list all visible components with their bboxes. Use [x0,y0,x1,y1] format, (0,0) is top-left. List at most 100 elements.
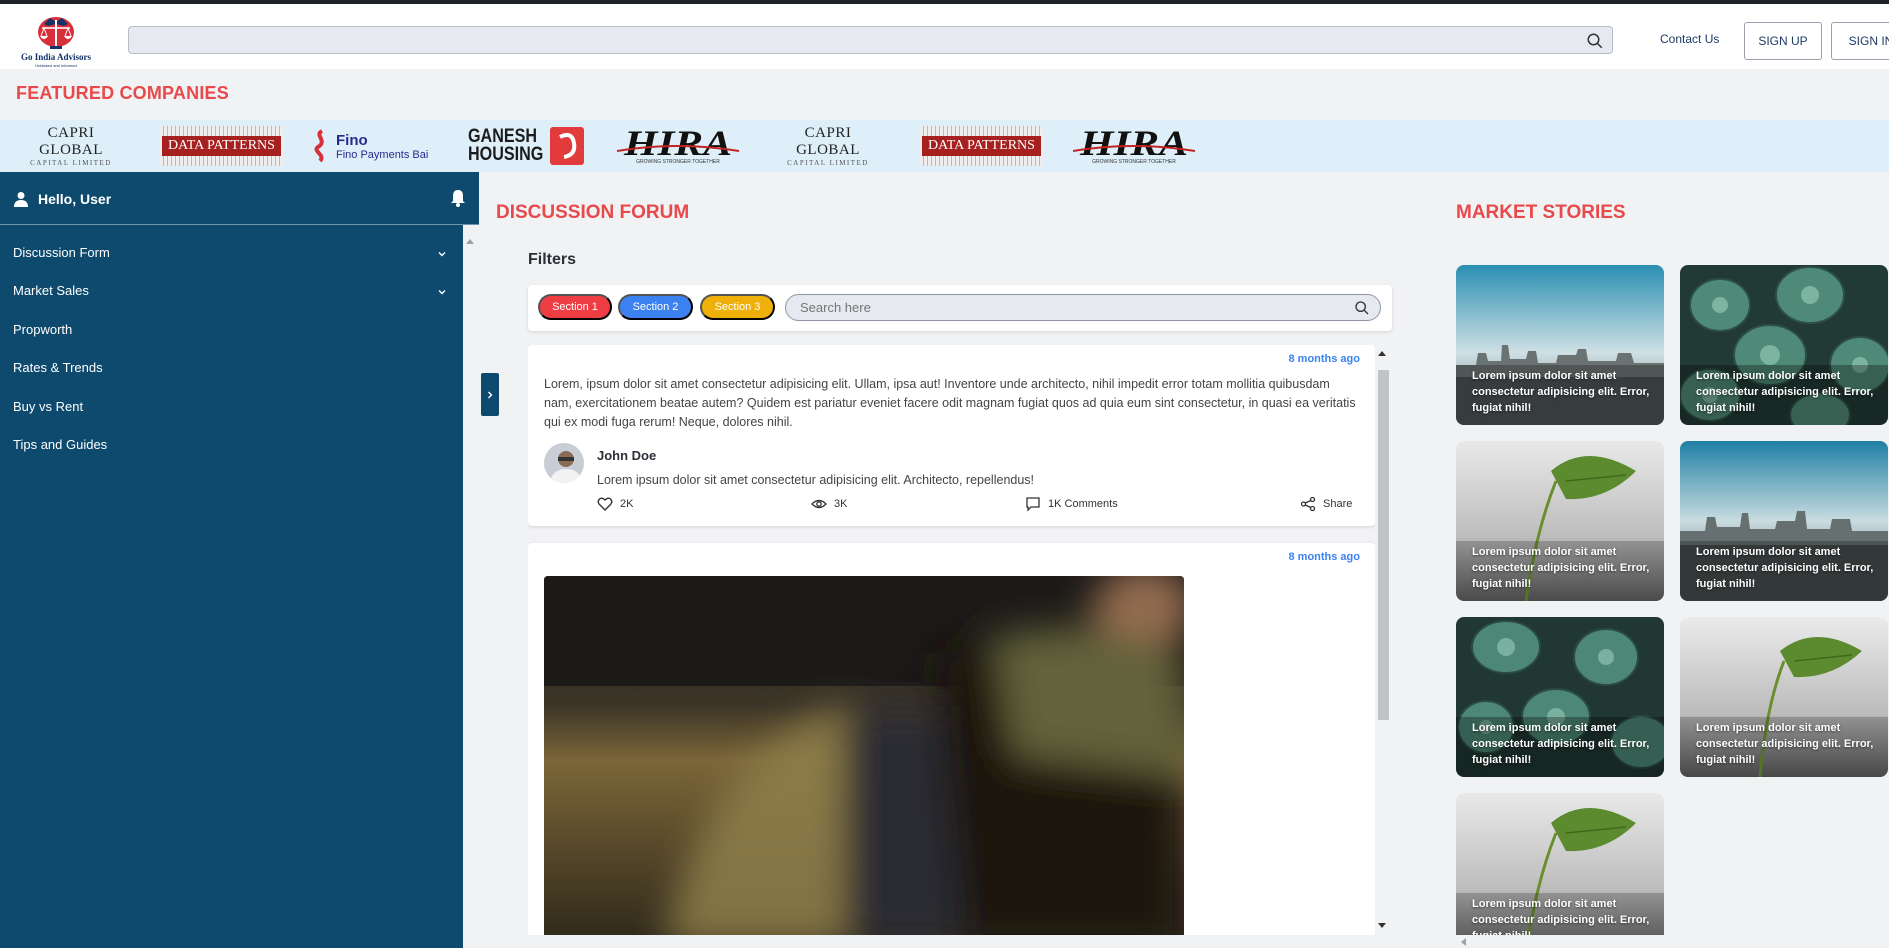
story-caption: Lorem ipsum dolor sit amet consectetur a… [1696,370,1874,414]
scrollbar-thumb[interactable] [1378,370,1389,720]
company-sub: CAPITAL LIMITED [30,159,112,167]
company-sub: HOUSING [468,144,544,165]
user-greeting: Hello, User [38,191,112,207]
story-caption: Lorem ipsum dolor sit amet consectetur a… [1472,898,1650,935]
story-card[interactable]: Lorem ipsum dolor sit amet consectetur a… [1680,617,1888,777]
story-card[interactable]: Lorem ipsum dolor sit amet consectetur a… [1456,441,1664,601]
company-logo-fino[interactable]: Fino Fino Payments Bai [312,125,434,167]
forum-post: 8 months ago Lorem, ipsum dolor sit amet… [528,345,1375,526]
filter-chip-section-3[interactable]: Section 3 [700,294,775,320]
story-caption: Lorem ipsum dolor sit amet consectetur a… [1472,546,1650,590]
user-icon [14,192,28,207]
post-timestamp: 8 months ago [1288,551,1360,563]
post-image[interactable] [544,576,1184,935]
story-caption: Lorem ipsum dolor sit amet consectetur a… [1696,546,1874,590]
brand-name: Go India Advisors [20,52,92,62]
brand-logo[interactable]: Go India Advisors Unbiased and Informed [14,12,98,68]
filter-chip-section-1[interactable]: Section 1 [538,294,612,320]
hira-swoosh-icon [617,145,739,152]
story-card[interactable]: Lorem ipsum dolor sit amet consectetur a… [1456,617,1664,777]
company-logo-ganesh-housing[interactable]: GANESH HOUSING [468,125,586,167]
comments-button[interactable]: 1K Comments [1025,496,1118,512]
posts-list: 8 months ago Lorem, ipsum dolor sit amet… [528,345,1375,935]
sidebar-scroll-up-icon[interactable] [466,238,474,244]
comment-count: 1K Comments [1048,498,1118,510]
story-card[interactable]: Lorem ipsum dolor sit amet consectetur a… [1680,441,1888,601]
share-button[interactable]: Share [1300,496,1352,512]
discussion-forum-title: DISCUSSION FORUM [496,202,690,223]
eye-icon [811,499,827,509]
header: Go India Advisors Unbiased and Informed … [0,4,1889,69]
company-logo-hira[interactable]: HIRA GROWING STRONGER TOGETHER [617,125,739,167]
post-timestamp: 8 months ago [1288,353,1360,365]
forum-search[interactable] [785,294,1381,321]
scroll-up-icon[interactable] [1378,350,1386,356]
story-card[interactable]: Lorem ipsum dolor sit amet consectetur a… [1456,265,1664,425]
sidebar-item-discussion-form[interactable]: Discussion Form [13,245,110,260]
sidebar: Hello, User Discussion Form Market Sales… [0,172,479,948]
like-count: 2K [620,498,634,510]
view-count: 3K [834,498,848,510]
hira-swoosh-icon [1073,145,1195,152]
sidebar-item-market-sales[interactable]: Market Sales [13,283,89,298]
company-logo-data-patterns[interactable]: DATA PATTERNS [160,125,283,167]
featured-companies-strip: CAPRI GLOBAL CAPITAL LIMITED DATA PATTER… [0,120,1889,172]
filters-label: Filters [528,251,577,268]
company-logo-capri-global[interactable]: CAPRI GLOBAL CAPITAL LIMITED [773,125,883,167]
company-name: DATA PATTERNS [922,136,1041,156]
post-comment: Lorem ipsum dolor sit amet consectetur a… [597,473,1035,487]
company-logo-data-patterns[interactable]: DATA PATTERNS [920,125,1043,167]
stories-horizontal-scrollbar[interactable] [1456,936,1889,946]
story-card[interactable]: Lorem ipsum dolor sit amet consectetur a… [1456,793,1664,935]
scales-logo-icon [38,17,74,49]
chevron-down-icon[interactable] [436,286,448,298]
global-search[interactable] [128,26,1613,54]
global-search-input[interactable] [129,27,1612,53]
company-sub: Fino Payments Bai [336,148,429,161]
share-label: Share [1323,498,1353,510]
search-icon[interactable] [1586,32,1604,50]
market-stories-title: MARKET STORIES [1456,202,1626,223]
company-name: DATA PATTERNS [162,136,281,156]
sidebar-item-buy-vs-rent[interactable]: Buy vs Rent [13,399,83,414]
chevron-right-icon [488,391,493,398]
sidebar-item-propworth[interactable]: Propworth [13,322,72,337]
story-card[interactable]: Lorem ipsum dolor sit amet consectetur a… [1680,265,1888,425]
brand-tagline: Unbiased and Informed [35,63,77,68]
sidebar-item-rates-trends[interactable]: Rates & Trends [13,360,103,375]
market-stories-grid: Lorem ipsum dolor sit amet consectetur a… [1456,265,1889,935]
posts-scrollbar[interactable] [1375,345,1389,935]
contact-us-link[interactable]: Contact Us [1660,32,1719,46]
company-name: Fino [336,131,368,149]
filter-bar: Section 1 Section 2 Section 3 [528,285,1392,331]
heart-icon [597,497,613,511]
story-caption: Lorem ipsum dolor sit amet consectetur a… [1472,722,1650,766]
post-author[interactable]: John Doe [597,448,656,463]
chevron-down-icon[interactable] [436,248,448,260]
company-logo-hira[interactable]: HIRA GROWING STRONGER TOGETHER [1073,125,1195,167]
sidebar-user-bar: Hello, User [0,172,479,225]
search-icon[interactable] [1354,300,1370,316]
avatar[interactable] [544,443,584,483]
sign-up-button[interactable]: SIGN UP [1744,22,1822,60]
company-logo-capri-global[interactable]: CAPRI GLOBAL CAPITAL LIMITED [16,125,126,167]
comment-icon [1026,497,1040,512]
like-button[interactable]: 2K [597,496,633,512]
story-caption: Lorem ipsum dolor sit amet consectetur a… [1696,722,1874,766]
share-icon [1300,496,1316,512]
sidebar-item-tips-guides[interactable]: Tips and Guides [13,437,107,452]
company-name: CAPRI GLOBAL [796,125,860,158]
filter-chip-section-2[interactable]: Section 2 [618,294,693,320]
scroll-down-icon[interactable] [1378,923,1386,929]
sidebar-toggle-button[interactable] [481,373,499,416]
company-sub: CAPITAL LIMITED [787,159,869,167]
bell-icon[interactable] [448,188,468,208]
post-body: Lorem, ipsum dolor sit amet consectetur … [544,377,1356,429]
scroll-left-icon[interactable] [1460,938,1466,946]
fino-mark-icon [314,129,324,163]
featured-companies-title: FEATURED COMPANIES [16,83,229,103]
forum-search-input[interactable] [786,295,1380,320]
views-counter: 3K [811,496,847,512]
sign-in-button[interactable]: SIGN IN [1831,22,1889,60]
company-name: CAPRI GLOBAL [39,125,103,158]
